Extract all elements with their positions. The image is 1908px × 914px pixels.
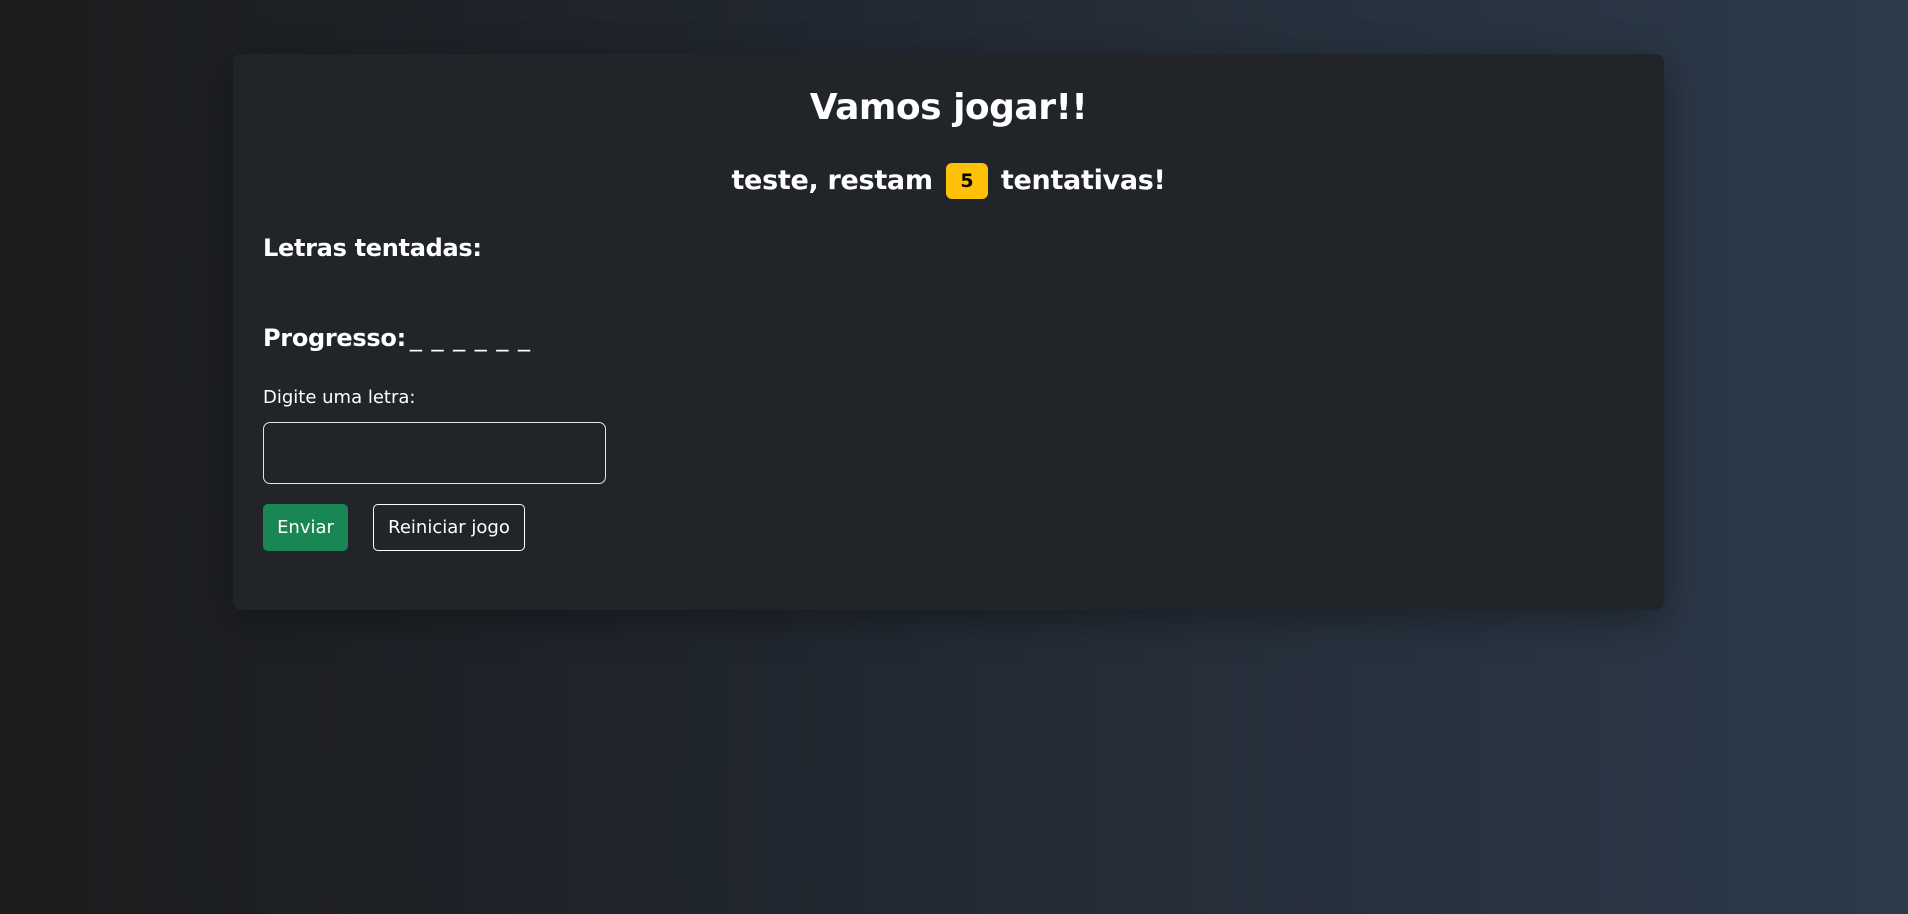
progress-value: _ _ _ _ _ _ bbox=[409, 324, 532, 352]
tried-letters-label: Letras tentadas: bbox=[263, 234, 482, 262]
attempts-suffix: tentativas! bbox=[1000, 165, 1166, 196]
send-button[interactable]: Enviar bbox=[263, 504, 348, 551]
attempts-badge: 5 bbox=[945, 163, 988, 199]
attempts-prefix: , restam bbox=[808, 165, 933, 196]
letter-input[interactable] bbox=[263, 422, 606, 484]
progress-label: Progresso: bbox=[263, 324, 406, 352]
reset-game-button[interactable]: Reiniciar jogo bbox=[373, 504, 525, 551]
progress-line: Progresso: _ _ _ _ _ _ bbox=[263, 322, 531, 354]
attempts-status: teste, restam 5 tentativas! bbox=[233, 162, 1664, 200]
player-name: teste bbox=[731, 165, 809, 196]
page-title: Vamos jogar!! bbox=[809, 87, 1088, 128]
game-card: Vamos jogar!! teste, restam 5 tentativas… bbox=[233, 54, 1664, 610]
letter-input-label: Digite uma letra: bbox=[263, 387, 416, 408]
